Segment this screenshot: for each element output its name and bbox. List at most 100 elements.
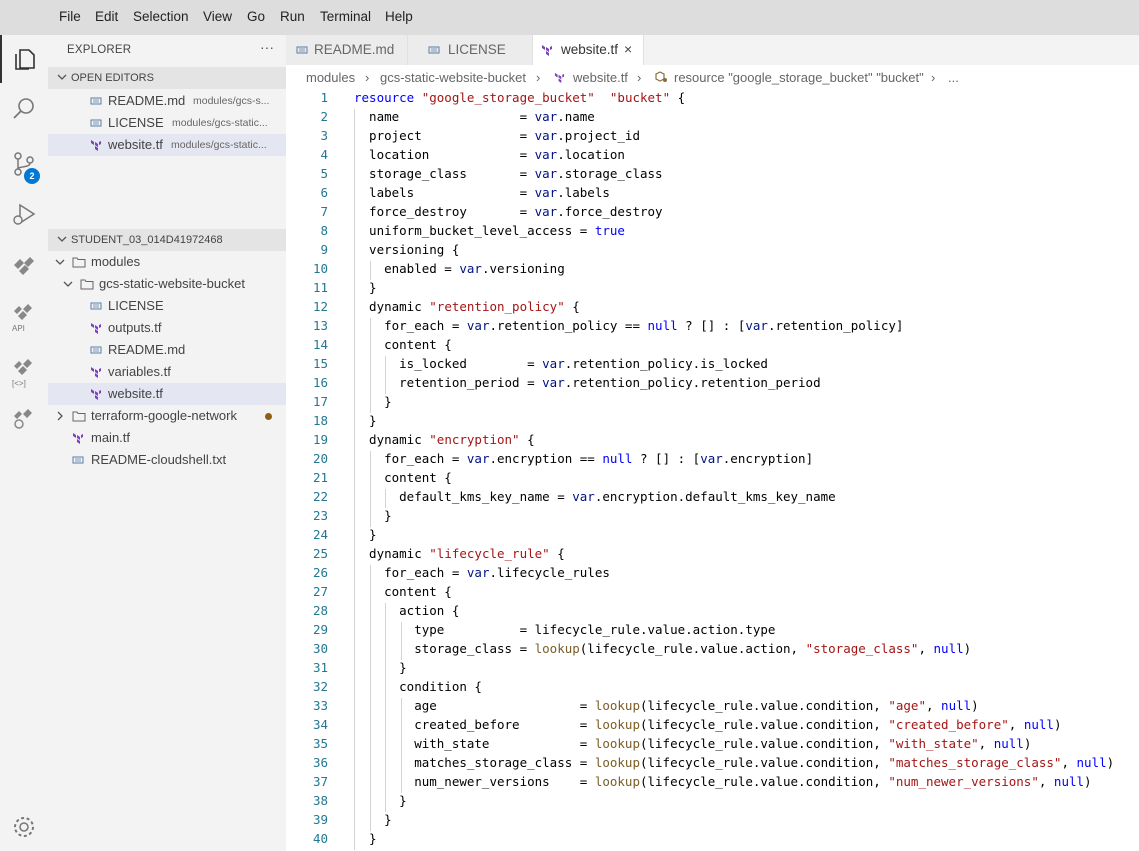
tree-file-license[interactable]: LICENSE (48, 295, 286, 317)
open-editor-readme[interactable]: README.md modules/gcs-s... (48, 90, 286, 112)
tree-file-main-tf[interactable]: main.tf (48, 427, 286, 449)
tree-item-label: README-cloudshell.txt (91, 452, 227, 467)
breadcrumb-modules[interactable]: modules (306, 70, 355, 85)
code-line: } (354, 812, 392, 827)
menu-run[interactable]: Run (280, 9, 305, 24)
line-number: 23 (312, 508, 328, 523)
line-number: 39 (312, 812, 328, 827)
license-file-icon (90, 302, 102, 310)
menu-terminal[interactable]: Terminal (320, 9, 371, 24)
tree-folder-gcs-static-website-bucket[interactable]: gcs-static-website-bucket (48, 273, 286, 295)
terraform-file-icon (91, 140, 101, 151)
menu-help[interactable]: Help (385, 9, 413, 24)
breadcrumb-file[interactable]: website.tf (573, 70, 628, 85)
code-line: labels = var.labels (354, 185, 610, 200)
line-number: 1 (320, 90, 328, 105)
tree-file-readme-cloudshell[interactable]: README-cloudshell.txt (48, 449, 286, 471)
code-line: dynamic "lifecycle_rule" { (354, 546, 565, 561)
breadcrumb-folder[interactable]: gcs-static-website-bucket (380, 70, 526, 85)
license-file-icon (428, 46, 440, 54)
markdown-file-icon (90, 97, 102, 105)
explorer-activity-button[interactable] (0, 35, 48, 83)
source-control-activity-button[interactable]: 2 (0, 140, 48, 188)
line-number: 40 (312, 831, 328, 846)
tree-item-label: README.md (108, 342, 186, 357)
tree-item-label: LICENSE (108, 298, 164, 313)
tree-file-variables-tf[interactable]: variables.tf (48, 361, 286, 383)
menu-selection[interactable]: Selection (133, 9, 189, 24)
line-number: 4 (320, 147, 328, 162)
editor-tab-bar: README.md LICENSE website.tf × (286, 35, 1139, 65)
code-line: age = lookup(lifecycle_rule.value.condit… (354, 698, 979, 713)
line-number: 37 (312, 774, 328, 789)
explorer-sidebar: EXPLORER ··· OPEN EDITORS README.md modu… (48, 35, 286, 851)
cloud-code-icon (14, 257, 34, 275)
tab-license[interactable]: LICENSE (408, 35, 533, 65)
code-line: resource "google_storage_bucket" "bucket… (354, 90, 686, 105)
line-number: 38 (312, 793, 328, 808)
menu-file[interactable]: File (59, 9, 81, 24)
search-activity-button[interactable] (0, 85, 48, 133)
tab-readme[interactable]: README.md (286, 35, 408, 65)
line-number: 11 (312, 280, 328, 295)
line-number: 17 (312, 394, 328, 409)
more-actions-icon[interactable]: ··· (260, 39, 274, 55)
tab-website-tf[interactable]: website.tf × (533, 35, 644, 65)
breadcrumb: modules › gcs-static-website-bucket › we… (286, 65, 1139, 89)
line-number: 35 (312, 736, 328, 751)
open-editor-path: modules/gcs-static... (172, 117, 268, 129)
cloud-apis-activity-button[interactable]: API (0, 290, 48, 338)
tree-folder-modules[interactable]: modules (48, 251, 286, 273)
source-control-badge: 2 (24, 168, 40, 184)
search-icon (13, 98, 34, 119)
chevron-down-icon (55, 259, 65, 265)
symbol-resource-icon (655, 71, 667, 82)
terraform-file-icon (554, 72, 565, 83)
tree-file-outputs-tf[interactable]: outputs.tf (48, 317, 286, 339)
line-number: 8 (320, 223, 328, 238)
menu-edit[interactable]: Edit (95, 9, 118, 24)
code-line: } (354, 831, 377, 846)
open-editors-header[interactable]: OPEN EDITORS (48, 67, 286, 89)
line-number: 29 (312, 622, 328, 637)
tree-folder-terraform-google-network[interactable]: terraform-google-network (48, 405, 286, 427)
activity-bar: 2 API [<>] (0, 35, 48, 851)
open-editor-name: README.md (108, 93, 186, 108)
secret-manager-activity-button[interactable]: [<>] (0, 345, 48, 393)
open-editor-website-tf[interactable]: website.tf modules/gcs-static... (48, 134, 286, 156)
line-number: 26 (312, 565, 328, 580)
line-number: 27 (312, 584, 328, 599)
line-number: 24 (312, 527, 328, 542)
open-editor-license[interactable]: LICENSE modules/gcs-static... (48, 112, 286, 134)
menu-view[interactable]: View (203, 9, 232, 24)
line-number: 28 (312, 603, 328, 618)
line-number: 15 (312, 356, 328, 371)
code-editor[interactable]: 1 2 3 4 5 6 7 8 9 10 11 12 13 14 15 16 17 18 19 20 21 22 23 24 2… (286, 89, 1139, 851)
code-line: content { (354, 470, 452, 485)
folder-icon (80, 279, 94, 290)
line-number: 10 (312, 261, 328, 276)
code-line: name = var.name (354, 109, 595, 124)
terraform-file-icon (73, 433, 83, 444)
workspace-header[interactable]: STUDENT_03_014D41972468 (48, 229, 286, 251)
code-line: } (354, 527, 377, 542)
gear-icon (14, 817, 34, 837)
close-icon[interactable]: × (624, 41, 632, 57)
workspace-label: STUDENT_03_014D41972468 (71, 234, 223, 246)
breadcrumb-separator: › (365, 70, 370, 85)
gke-activity-button[interactable] (0, 395, 48, 443)
tab-label: README.md (314, 42, 395, 57)
tree-file-website-tf[interactable]: website.tf (48, 383, 286, 405)
code-line: enabled = var.versioning (354, 261, 565, 276)
breadcrumb-separator: › (931, 70, 936, 85)
breadcrumb-symbol[interactable]: resource "google_storage_bucket" "bucket… (674, 70, 924, 85)
line-number: 12 (312, 299, 328, 314)
breadcrumb-separator: › (637, 70, 642, 85)
menu-go[interactable]: Go (247, 9, 265, 24)
run-debug-activity-button[interactable] (0, 190, 48, 238)
breadcrumb-more[interactable]: ... (948, 70, 959, 85)
cloud-code-activity-button[interactable] (0, 242, 48, 290)
gke-icon (14, 409, 32, 429)
tree-file-readme[interactable]: README.md (48, 339, 286, 361)
settings-activity-button[interactable] (0, 803, 48, 851)
